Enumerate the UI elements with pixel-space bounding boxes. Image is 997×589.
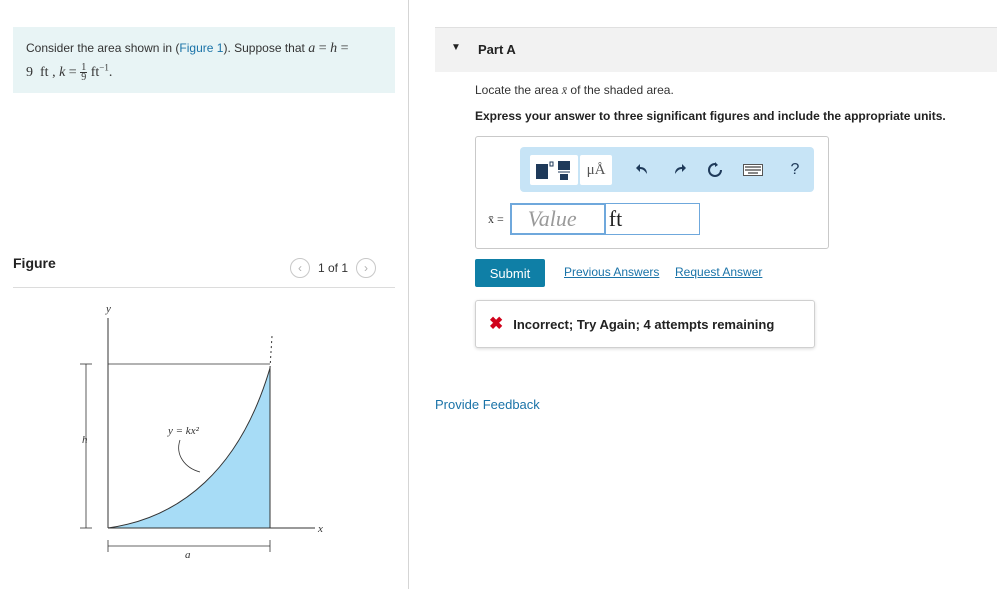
chevron-left-icon[interactable]: ‹ [290, 258, 310, 278]
help-button[interactable]: ? [780, 147, 810, 192]
templates-button[interactable]: μÅ [520, 147, 620, 192]
math-expression-2: 9 ft , k = 19 ft−1. [26, 61, 113, 83]
value-input[interactable] [509, 203, 606, 235]
fraction: 19 [80, 61, 88, 83]
label-x: x [317, 523, 323, 535]
previous-answers-link[interactable]: Previous Answers [564, 265, 659, 279]
collapse-caret-icon[interactable]: ▼ [451, 42, 461, 53]
answer-row: x̄ = [488, 203, 700, 235]
shaded-area [108, 368, 270, 528]
templates-icon [530, 155, 578, 185]
figure-diagram: y x h a y = kx² [80, 303, 323, 561]
answer-variable-label: x̄ = [488, 211, 504, 226]
curve-label: y = kx² [167, 425, 200, 437]
feedback-message: ✖ Incorrect; Try Again; 4 attempts remai… [475, 300, 815, 348]
math-expression: a = h = [308, 41, 349, 56]
figure-divider [13, 287, 395, 288]
undo-icon[interactable] [628, 147, 658, 192]
question-instruction: Express your answer to three significant… [475, 109, 946, 123]
label-a: a [185, 549, 191, 561]
reset-icon[interactable] [700, 147, 730, 192]
redo-icon[interactable] [664, 147, 694, 192]
figure-link[interactable]: Figure 1 [179, 41, 223, 55]
label-y: y [105, 303, 111, 315]
label-pointer [178, 439, 201, 473]
units-button[interactable]: μÅ [580, 155, 612, 185]
keyboard-icon[interactable] [738, 147, 768, 192]
problem-text: Consider the area shown in ( [26, 41, 180, 55]
label-h: h [82, 434, 88, 446]
part-label: Part A [478, 42, 516, 57]
column-divider [408, 0, 409, 589]
pager-text: 1 of 1 [318, 261, 349, 275]
chevron-right-icon[interactable]: › [356, 258, 377, 278]
problem-statement: Consider the area shown in (Figure 1). S… [13, 27, 395, 93]
unit-input[interactable] [605, 203, 700, 235]
part-a-header[interactable]: ▼ Part A [435, 27, 997, 72]
x-icon: ✖ [489, 314, 504, 333]
figure-pager: ‹ 1 of 1 › [290, 257, 377, 279]
answer-box: μÅ ? x̄ = [475, 136, 829, 249]
submit-button[interactable]: Submit [475, 259, 545, 287]
figure-title: Figure [13, 255, 56, 271]
problem-text-2: ). Suppose that [223, 41, 309, 55]
feedback-text: Incorrect; Try Again; 4 attempts remaini… [513, 316, 775, 332]
provide-feedback-link[interactable]: Provide Feedback [435, 397, 540, 412]
dashed-extension [269, 335, 273, 369]
request-answer-link[interactable]: Request Answer [675, 265, 762, 279]
math-toolbar: μÅ ? [520, 147, 814, 192]
question-prompt: Locate the area x̄ of the shaded area. [475, 83, 674, 97]
